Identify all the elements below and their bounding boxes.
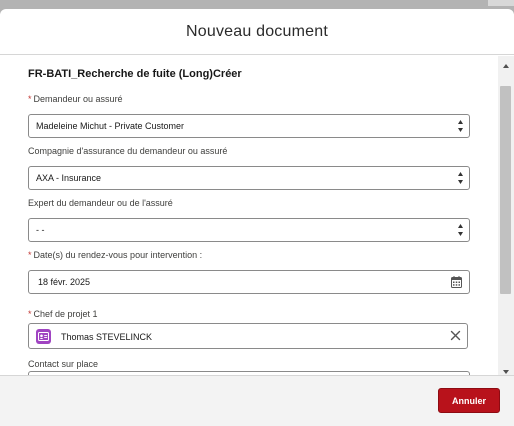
chef-projet-lookup[interactable]: Thomas STEVELINCK xyxy=(28,323,468,349)
chef-projet-value: Thomas STEVELINCK xyxy=(61,332,153,342)
cancel-button[interactable]: Annuler xyxy=(438,388,500,413)
select-arrows-icon xyxy=(458,120,463,132)
contact-card-icon xyxy=(36,329,51,344)
required-marker: * xyxy=(28,309,32,319)
required-marker: * xyxy=(28,94,32,104)
record-type-title: FR-BATI_Recherche de fuite (Long)Créer xyxy=(28,68,242,80)
date-rdv-input[interactable]: 18 févr. 2025 xyxy=(28,270,470,294)
compagnie-label: Compagnie d'assurance du demandeur ou as… xyxy=(28,146,228,156)
scroll-up-icon[interactable] xyxy=(502,63,510,69)
required-marker: * xyxy=(28,250,32,260)
modal-body[interactable]: FR-BATI_Recherche de fuite (Long)Créer *… xyxy=(0,56,498,375)
calendar-icon[interactable] xyxy=(451,276,462,288)
expert-value: - - xyxy=(36,225,45,235)
select-arrows-icon xyxy=(458,172,463,184)
compagnie-select[interactable]: AXA - Insurance xyxy=(28,166,470,190)
contact-label: Contact sur place xyxy=(28,359,99,369)
backdrop-top-right xyxy=(488,0,514,6)
modal-header: Nouveau document xyxy=(0,9,514,55)
chef-projet-label: * Chef de projet 1 xyxy=(28,309,98,319)
expert-select[interactable]: - - xyxy=(28,218,470,242)
expert-label: Expert du demandeur ou de l'assuré xyxy=(28,198,173,208)
modal-title: Nouveau document xyxy=(186,22,328,40)
scrollbar-thumb[interactable] xyxy=(500,86,511,294)
compagnie-value: AXA - Insurance xyxy=(36,173,102,183)
demandeur-select[interactable]: Madeleine Michut - Private Customer xyxy=(28,114,470,138)
date-rdv-label: * Date(s) du rendez-vous pour interventio… xyxy=(28,250,203,260)
clear-icon[interactable] xyxy=(450,330,461,341)
demandeur-label: * Demandeur ou assuré xyxy=(28,94,123,104)
modal-footer: Annuler xyxy=(0,375,514,426)
new-document-modal: Nouveau document FR-BATI_Recherche de fu… xyxy=(0,9,514,426)
select-arrows-icon xyxy=(458,224,463,236)
date-rdv-value: 18 févr. 2025 xyxy=(38,277,91,287)
demandeur-value: Madeleine Michut - Private Customer xyxy=(36,121,185,131)
